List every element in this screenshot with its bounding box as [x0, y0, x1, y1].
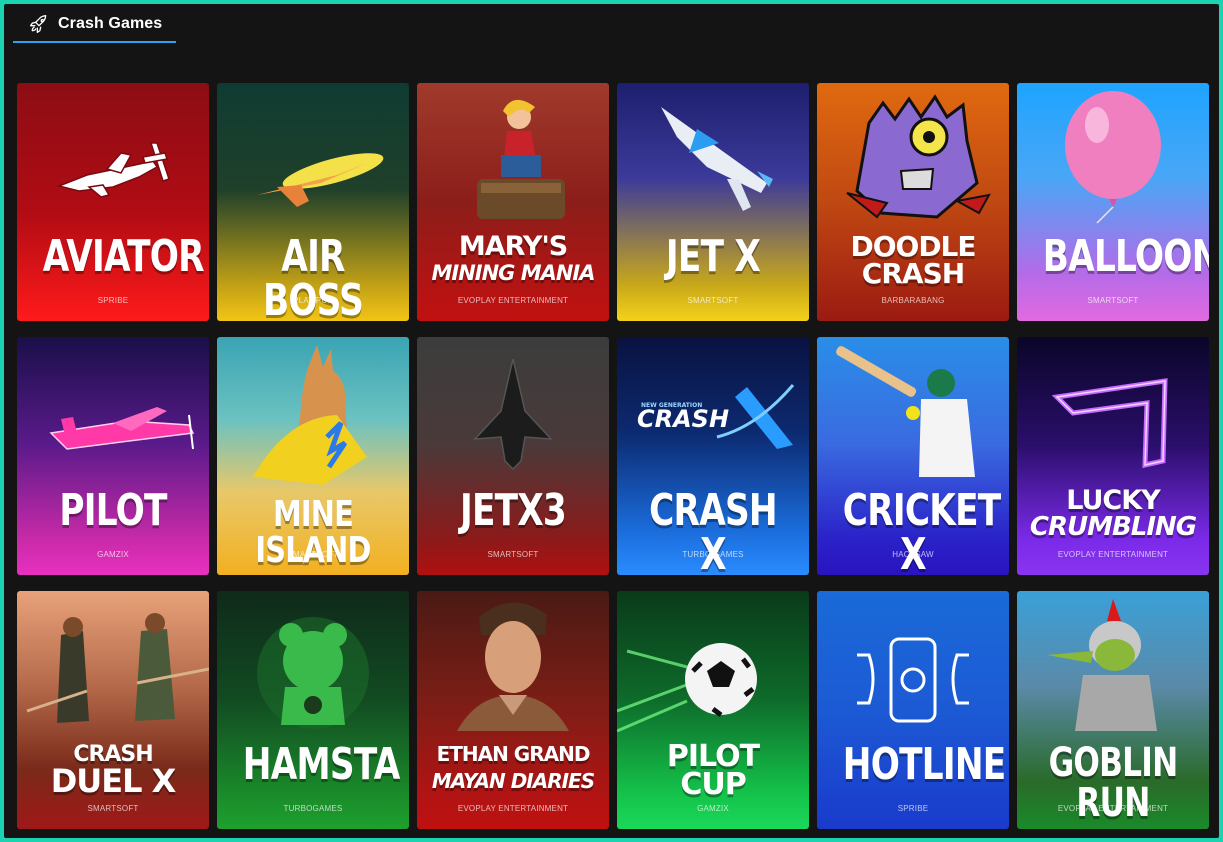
game-card-crash-duel-x[interactable]: CRASH DUEL X SMARTSOFT: [17, 591, 209, 829]
game-provider: SMARTSOFT: [687, 296, 739, 305]
game-provider: TURBO GAMES: [682, 550, 744, 559]
game-title-line2: MINING MANIA: [431, 261, 595, 285]
game-provider: SMARTSOFT: [487, 550, 539, 559]
crash-x-art-text: CRASH: [637, 405, 729, 433]
neon-plane-icon: [49, 407, 195, 450]
game-card-pilot[interactable]: PILOT GAMZIX: [17, 337, 209, 575]
game-title: CRASH X: [649, 485, 778, 576]
crash-x-logo: NEW GENERATION CRASH: [637, 384, 795, 449]
cricket-player-icon: [836, 346, 975, 477]
game-title-line1: DOODLE: [850, 230, 976, 263]
game-title: PILOT: [59, 485, 167, 536]
hovercraft-icon: [257, 153, 384, 207]
game-provider: GAMZIX: [697, 804, 729, 813]
balloon-icon: [1065, 91, 1161, 224]
game-provider: BARBARABANG: [881, 296, 945, 305]
neon-arrow-icon: [1051, 378, 1168, 469]
game-provider: GAMZIX: [97, 550, 129, 559]
doodle-monster-icon: [846, 94, 991, 219]
game-card-jetx3[interactable]: JETX3 SMARTSOFT: [417, 337, 609, 575]
game-card-crash-x[interactable]: NEW GENERATION CRASH CRASH X TURBO GAMES: [617, 337, 809, 575]
game-card-aviator[interactable]: AVIATOR SPRIBE: [17, 83, 209, 321]
game-title: JET X: [665, 231, 761, 282]
jet-icon: [661, 107, 773, 211]
game-title-line2: MAYAN DIARIES: [431, 769, 595, 793]
duel-cowboys-icon: [26, 613, 209, 723]
game-card-marys-mining-mania[interactable]: MARY'S MINING MANIA EVOPLAY ENTERTAINMEN…: [417, 83, 609, 321]
kangaroo-icon: [253, 345, 367, 485]
section-title: Crash Games: [58, 14, 163, 32]
game-card-lucky-crumbling[interactable]: LUCKY CRUMBLING EVOPLAY ENTERTAINMENT: [1017, 337, 1209, 575]
section-tab-crash-games[interactable]: Crash Games: [13, 4, 176, 43]
game-card-jet-x[interactable]: JET X SMARTSOFT: [617, 83, 809, 321]
game-title-line1: ETHAN GRAND: [436, 742, 591, 766]
crash-games-panel: Crash Games AVIATOR SPRIBE AIR BOSS PLAT…: [4, 4, 1219, 838]
rocket-icon: [30, 14, 47, 33]
stealth-jet-icon: [473, 358, 553, 471]
game-title-line2: CUP: [680, 767, 746, 802]
game-title: AVIATOR: [42, 231, 205, 282]
game-card-hotline[interactable]: HOTLINE SPRIBE: [817, 591, 1009, 829]
game-title: HOTLINE: [842, 739, 1006, 790]
game-card-doodle-crash[interactable]: DOODLE CRASH BARBARABANG: [817, 83, 1009, 321]
game-provider: SMARTSOFT: [1087, 296, 1139, 305]
game-provider: SMARTSOFT: [287, 550, 339, 559]
game-title-line2: DUEL X: [50, 762, 177, 800]
airplane-icon: [56, 142, 170, 198]
game-title: ETHAN GRAND MAYAN DIARIES: [423, 741, 603, 795]
game-card-air-boss[interactable]: AIR BOSS PLATIPUS: [217, 83, 409, 321]
game-card-balloon[interactable]: BALLOON SMARTSOFT: [1017, 83, 1209, 321]
goblin-knight-icon: [1047, 599, 1157, 731]
game-title-line2: CRUMBLING: [1029, 512, 1197, 542]
game-title-line2: CRASH: [861, 257, 965, 290]
game-title-line1: LUCKY: [1066, 485, 1160, 516]
game-provider: EVOPLAY ENTERTAINMENT: [457, 296, 569, 305]
game-title: HAMSTA: [242, 739, 401, 790]
game-title: AIR BOSS: [262, 231, 364, 322]
game-provider: EVOPLAY ENTERTAINMENT: [457, 804, 569, 813]
game-title: BALLOON: [1042, 231, 1209, 282]
game-provider: EVOPLAY ENTERTAINMENT: [1057, 804, 1169, 813]
game-provider: EVOPLAY ENTERTAINMENT: [1057, 550, 1169, 559]
game-card-hamsta[interactable]: HAMSTA TURBOGAMES: [217, 591, 409, 829]
game-provider: HACKSAW: [892, 550, 934, 559]
explorer-character-icon: [457, 602, 569, 731]
soccer-ball-icon: [617, 643, 757, 733]
game-title: MARY'S MINING MANIA: [423, 233, 603, 287]
game-provider: PLATIPUS: [293, 296, 333, 305]
hamster-icon: [257, 617, 369, 729]
game-provider: SPRIBE: [897, 804, 929, 813]
game-card-cricket-x[interactable]: CRICKET X HACKSAW: [817, 337, 1009, 575]
game-provider: TURBOGAMES: [283, 804, 343, 813]
game-provider: SPRIBE: [97, 296, 129, 305]
game-title: LUCKY CRUMBLING: [1023, 487, 1203, 541]
miner-character-icon: [477, 99, 565, 219]
hotline-logo-icon: [857, 637, 969, 723]
game-provider: SMARTSOFT: [87, 804, 139, 813]
games-grid: AVIATOR SPRIBE AIR BOSS PLATIPUS MARY'S …: [17, 83, 1209, 829]
game-title: JETX3: [459, 485, 567, 536]
game-title-line1: MARY'S: [458, 231, 568, 262]
game-card-ethan-grand-mayan-diaries[interactable]: ETHAN GRAND MAYAN DIARIES EVOPLAY ENTERT…: [417, 591, 609, 829]
game-title: CRICKET X: [842, 485, 1001, 576]
game-title: CRASH DUEL X: [23, 741, 203, 800]
active-tab-indicator: [13, 41, 176, 43]
game-title: PILOT CUP: [623, 742, 803, 802]
game-title: DOODLE CRASH: [823, 230, 1003, 290]
game-card-mine-island[interactable]: MINE ISLAND SMARTSOFT: [217, 337, 409, 575]
game-card-goblin-run[interactable]: GOBLIN RUN EVOPLAY ENTERTAINMENT: [1017, 591, 1209, 829]
game-card-pilot-cup[interactable]: PILOT CUP GAMZIX: [617, 591, 809, 829]
